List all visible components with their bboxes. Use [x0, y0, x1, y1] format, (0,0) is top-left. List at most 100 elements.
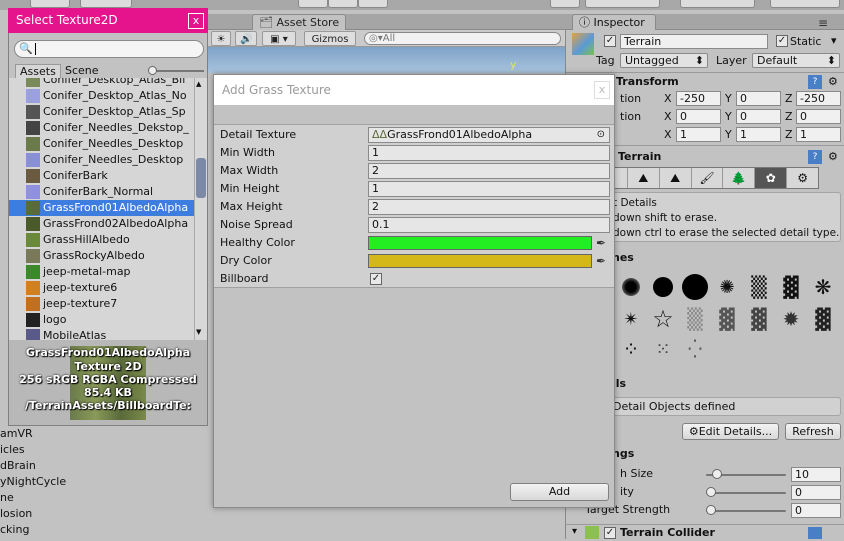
hierarchy-item[interactable]: cking [0, 522, 70, 538]
brush-size-field[interactable]: 10 [791, 467, 841, 482]
static-checkbox[interactable]: ✓ [776, 35, 788, 47]
rotation-z-field[interactable]: 0 [796, 109, 841, 124]
eyedropper-icon[interactable]: ✒ [596, 235, 610, 251]
billboard-checkbox[interactable]: ✓ [370, 273, 382, 285]
help-icon[interactable]: ? [808, 75, 822, 89]
texture-list-item[interactable]: logo [9, 312, 194, 328]
texture-list-item[interactable]: Conifer_Needles_Dekstop_ [9, 120, 194, 136]
opacity-slider[interactable] [706, 492, 786, 494]
position-x-field[interactable]: -250 [676, 91, 721, 106]
texture-list-item[interactable]: GrassHillAlbedo [9, 232, 194, 248]
brush-dots-icon[interactable]: ⁙ [648, 334, 678, 364]
scale-x-field[interactable]: 1 [676, 127, 721, 142]
texture-list-scrollbar[interactable]: ▲ ▼ [194, 78, 207, 340]
brush-sparkle-icon[interactable]: ✴ [616, 304, 646, 334]
gizmos-dropdown[interactable]: Gizmos ▾ [304, 31, 356, 60]
brush-star-icon[interactable]: ☆ [648, 304, 678, 334]
texture-list-item[interactable]: GrassRockyAlbedo [9, 248, 194, 264]
settings-gear-icon[interactable]: ⚙ [828, 150, 838, 163]
scroll-up-icon[interactable]: ▲ [196, 80, 201, 88]
texture-list-item[interactable]: Conifer_Desktop_Atlas_No [9, 88, 194, 104]
texture-list-item[interactable]: Conifer_Desktop_Atlas_Sp [9, 104, 194, 120]
hierarchy-item[interactable]: losion [0, 506, 70, 522]
detail-texture-field[interactable]: ᐃᐃGrassFrond01AlbedoAlpha ⊙ [368, 127, 610, 143]
hierarchy-item[interactable]: yNightCycle [0, 474, 70, 490]
brush-texture-icon[interactable]: ▒ [680, 304, 710, 334]
texture-list-item[interactable]: MobileAtlas [9, 328, 194, 340]
texture-list-item[interactable]: GrassFrond02AlbedoAlpha [9, 216, 194, 232]
menu-icon[interactable]: ≡ [818, 16, 828, 30]
hierarchy-item[interactable]: icles [0, 442, 70, 458]
brush-hard-icon[interactable] [680, 272, 710, 302]
position-z-field[interactable]: -250 [796, 91, 841, 106]
image-effects-icon[interactable]: ▣ ▾ [262, 31, 296, 46]
brush-texture-icon[interactable]: ▓ [712, 304, 742, 334]
layout-dropdown[interactable] [770, 0, 840, 8]
scale-y-field[interactable]: 1 [736, 127, 781, 142]
texture-list-item[interactable]: ConiferBark [9, 168, 194, 184]
brush-blot-icon[interactable]: ✹ [776, 304, 806, 334]
opacity-field[interactable]: 0 [791, 485, 841, 500]
transform-header[interactable]: Transform [616, 73, 679, 91]
brush-noise-icon[interactable]: ▒ [744, 272, 774, 302]
paint-texture-icon[interactable]: 🖌 [692, 168, 724, 188]
smooth-height-icon[interactable]: ⛰ [660, 168, 692, 188]
tab-inspector[interactable]: ⓘ Inspector [572, 14, 656, 30]
texture-list-item[interactable]: jeep-metal-map [9, 264, 194, 280]
texture-list-item[interactable]: Conifer_Needles_Desktop [9, 136, 194, 152]
target-strength-slider-knob[interactable] [706, 505, 716, 515]
healthy-color-swatch[interactable] [368, 236, 592, 250]
static-dropdown-arrow-icon[interactable]: ▾ [831, 34, 837, 47]
scale-z-field[interactable]: 1 [796, 127, 841, 142]
active-checkbox[interactable]: ✓ [604, 35, 616, 47]
brush-dots-icon[interactable]: ⁘ [616, 334, 646, 364]
collider-enabled-checkbox[interactable]: ✓ [604, 527, 616, 539]
picker-search-input[interactable]: 🔍 [14, 40, 204, 58]
opacity-slider-knob[interactable] [706, 487, 716, 497]
picker-close-button[interactable]: x [188, 13, 204, 29]
object-picker-icon[interactable]: ⊙ [597, 128, 605, 142]
brush-splatter-icon[interactable]: ✺ [712, 272, 742, 302]
pivot-button[interactable] [30, 0, 70, 8]
terrain-settings-icon[interactable]: ⚙ [787, 168, 818, 188]
target-strength-slider[interactable] [706, 510, 786, 512]
texture-list-item[interactable]: ConiferBark_Normal [9, 184, 194, 200]
target-strength-field[interactable]: 0 [791, 503, 841, 518]
texture-list-item[interactable]: jeep-texture6 [9, 280, 194, 296]
hierarchy-item[interactable]: amVR [0, 426, 70, 442]
texture-list-item[interactable]: Conifer_Needles_Desktop [9, 152, 194, 168]
audio-icon[interactable]: 🔊 [235, 31, 257, 46]
brush-medium-icon[interactable] [648, 272, 678, 302]
max-height-field[interactable]: 2 [368, 199, 610, 215]
terrain-collider-header[interactable]: Terrain Collider [620, 525, 715, 539]
scroll-down-icon[interactable]: ▼ [196, 328, 201, 336]
brush-blot-icon[interactable]: ▓ [808, 304, 838, 334]
layers-dropdown[interactable] [680, 0, 755, 8]
scrollbar-thumb[interactable] [196, 158, 206, 198]
paint-details-icon[interactable]: ✿ [755, 168, 788, 188]
place-trees-icon[interactable]: 🌲 [723, 168, 756, 188]
texture-list-item[interactable]: Conifer_Desktop_Atlas_Bil [9, 78, 194, 88]
sun-icon[interactable]: ☀ [211, 31, 231, 46]
help-icon[interactable] [808, 527, 822, 539]
edit-details-button[interactable]: ⚙Edit Details... [682, 423, 779, 440]
min-height-field[interactable]: 1 [368, 181, 610, 197]
collapse-arrow-icon[interactable]: ▾ [572, 526, 577, 537]
tag-dropdown[interactable]: Untagged ⬍ [620, 53, 708, 68]
refresh-button[interactable]: Refresh [785, 423, 841, 440]
hierarchy-item[interactable]: dBrain [0, 458, 70, 474]
tab-asset-store[interactable]: 🗂 Asset Store [252, 14, 347, 30]
brush-size-slider-knob[interactable] [711, 469, 722, 479]
noise-spread-field[interactable]: 0.1 [368, 217, 610, 233]
brush-texture-icon[interactable]: ▓ [744, 304, 774, 334]
tab-assets[interactable]: Assets [15, 64, 61, 79]
hierarchy-item[interactable]: ne [0, 490, 70, 506]
account-dropdown[interactable] [585, 0, 660, 8]
brush-soft-icon[interactable] [616, 272, 646, 302]
scene-search-input[interactable]: ◎▾All [364, 32, 561, 45]
position-y-field[interactable]: 0 [736, 91, 781, 106]
dialog-close-button[interactable]: x [594, 81, 610, 99]
max-width-field[interactable]: 2 [368, 163, 610, 179]
eyedropper-icon[interactable]: ✒ [596, 253, 610, 269]
cloud-button[interactable] [550, 0, 580, 8]
